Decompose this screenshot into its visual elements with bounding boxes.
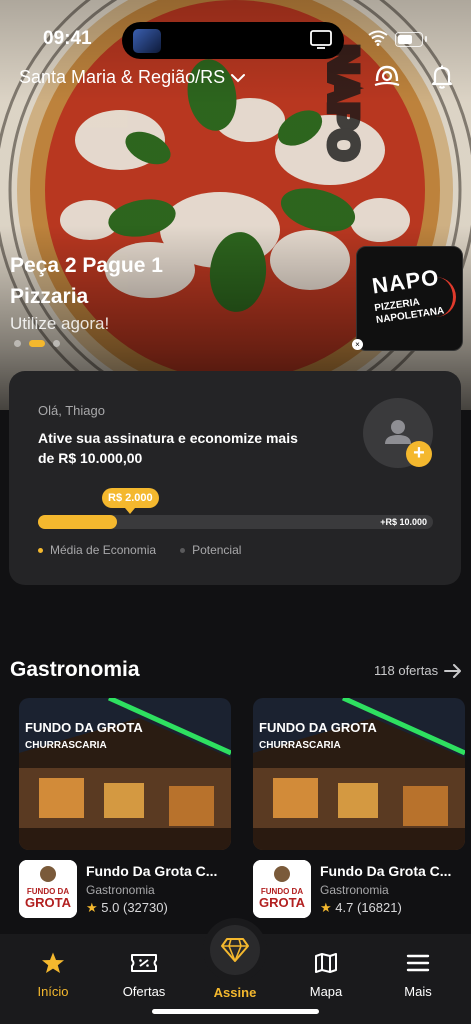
promo-subtitle: Utilize agora!	[10, 314, 110, 333]
tv-icon	[310, 30, 332, 49]
map-icon	[315, 953, 337, 973]
location-selector[interactable]: Santa Maria & Região/RS	[19, 67, 246, 88]
arrow-right-icon	[444, 663, 462, 678]
chevron-down-icon	[231, 73, 246, 82]
offer-card[interactable]: FUNDO DA GROTA CHURRASCARIA FUNDO DA GRO…	[253, 698, 465, 920]
offer-logo: FUNDO DA GROTA	[19, 860, 77, 918]
offer-image: FUNDO DA GROTA CHURRASCARIA	[253, 698, 465, 850]
close-icon[interactable]: ×	[352, 339, 363, 350]
diamond-icon	[221, 938, 249, 962]
now-playing-thumbnail	[133, 29, 161, 53]
svg-text:GROTA: GROTA	[259, 895, 306, 910]
offer-category: Gastronomia	[86, 883, 155, 897]
location-pin-icon[interactable]	[373, 63, 401, 89]
offer-logo: FUNDO DA GROTA	[253, 860, 311, 918]
offer-name: Fundo Da Grota C...	[320, 863, 452, 879]
offer-sign-text: FUNDO DA GROTA	[259, 720, 377, 735]
bell-icon[interactable]	[430, 64, 454, 90]
tab-home-label: Início	[37, 984, 69, 999]
offer-sign-subtext: CHURRASCARIA	[259, 740, 341, 751]
carousel-dot[interactable]	[53, 340, 60, 347]
carousel-dot[interactable]	[14, 340, 21, 347]
legend-potential: Potencial	[192, 543, 242, 557]
carousel-dot-active[interactable]	[29, 340, 45, 347]
offer-name: Fundo Da Grota C...	[86, 863, 218, 879]
star-icon	[42, 952, 64, 973]
status-bar: 09:41	[0, 22, 471, 59]
location-label: Santa Maria & Região/RS	[19, 67, 226, 87]
legend-average: Média de Economia	[50, 543, 157, 557]
greeting: Olá, Thiago	[38, 403, 105, 418]
svg-text:GROTA: GROTA	[25, 895, 72, 910]
add-photo-button[interactable]: +	[406, 441, 432, 467]
savings-progress-bar: +R$ 10.000	[38, 515, 433, 529]
section-title: Gastronomia	[10, 658, 140, 681]
star-icon: ★	[86, 900, 98, 915]
star-icon: ★	[320, 900, 332, 915]
tab-map-label: Mapa	[309, 984, 343, 999]
ticket-icon	[131, 954, 157, 972]
promo-title: Peça 2 Pague 1 Pizzaria	[10, 254, 163, 308]
home-indicator[interactable]	[152, 1009, 319, 1014]
battery-icon	[395, 32, 427, 47]
savings-current-badge: R$ 2.000	[102, 488, 159, 514]
tab-offers[interactable]: Ofertas	[104, 950, 184, 999]
dynamic-island	[122, 22, 344, 59]
offer-sign-text: FUNDO DA GROTA	[25, 720, 143, 735]
savings-progress-fill	[38, 515, 117, 529]
tab-subscribe[interactable]	[203, 918, 267, 982]
tab-offers-label: Ofertas	[122, 984, 166, 999]
offers-count: 118 ofertas	[374, 663, 439, 678]
see-all-offers-link[interactable]: 118 ofertas	[374, 663, 462, 678]
tab-more[interactable]: Mais	[378, 950, 458, 999]
tab-more-label: Mais	[404, 984, 432, 999]
progress-legend: Média de Economia Potencial	[38, 543, 241, 557]
status-time: 09:41	[43, 28, 92, 49]
wifi-icon	[368, 30, 388, 46]
offer-review-count: (32730)	[122, 900, 168, 915]
offer-rating: ★ 4.7 (16821)	[320, 900, 402, 916]
offer-image: FUNDO DA GROTA CHURRASCARIA	[19, 698, 231, 850]
tab-subscribe-label[interactable]: Assine	[195, 985, 275, 1000]
subscription-headline: Ative sua assinatura e economize mais de…	[38, 430, 298, 466]
promo-text: Peça 2 Pague 1 Pizzaria Utilize agora!	[10, 250, 210, 334]
savings-max-label: +R$ 10.000	[380, 517, 427, 527]
offer-category: Gastronomia	[320, 883, 389, 897]
menu-icon	[406, 954, 430, 972]
napo-brand-logo[interactable]: NAPO PIZZERIA NAPOLETANA ×	[352, 246, 463, 351]
offer-sign-subtext: CHURRASCARIA	[25, 740, 107, 751]
offer-review-count: (16821)	[356, 900, 402, 915]
carousel-indicator[interactable]	[14, 340, 60, 347]
offer-rating-value: 4.7	[335, 900, 354, 915]
tab-map[interactable]: Mapa	[286, 950, 366, 999]
tab-home[interactable]: Início	[13, 950, 93, 999]
offer-rating: ★ 5.0 (32730)	[86, 900, 168, 916]
subscription-card[interactable]: Olá, Thiago Ative sua assinatura e econo…	[9, 371, 461, 585]
offer-rating-value: 5.0	[101, 900, 120, 915]
offer-card[interactable]: FUNDO DA GROTA CHURRASCARIA FUNDO DA GRO…	[19, 698, 231, 920]
